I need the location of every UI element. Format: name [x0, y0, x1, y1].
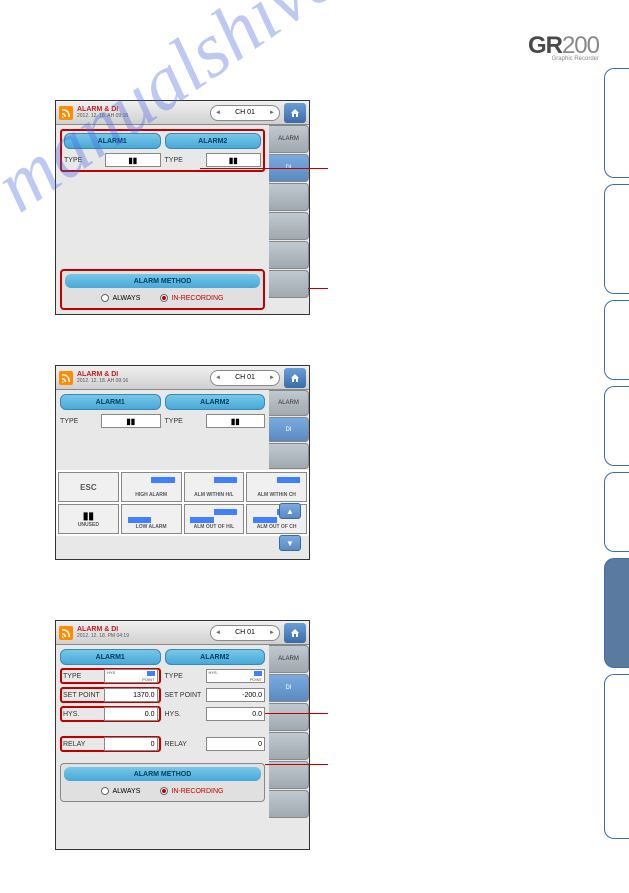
side-tab [604, 300, 629, 380]
alarm1-header: ALARM1 [60, 649, 161, 665]
hys-label: HYS. [165, 711, 203, 718]
channel-selector[interactable]: CH 01 [210, 370, 280, 386]
alarm2-type[interactable]: ▮▮ [206, 414, 266, 428]
popup-esc[interactable]: ESC [58, 472, 119, 502]
setpoint-label: SET POINT [63, 692, 101, 699]
type-label: TYPE [63, 673, 101, 680]
side-tab [604, 184, 629, 294]
popup-alm-out-hl[interactable]: ALM OUT OF H/L [184, 504, 245, 534]
rtab-alarm[interactable]: ALARM [269, 125, 309, 153]
side-tab [604, 674, 629, 839]
alarm-method-panel: ALARM METHOD ALWAYS IN-RECORDING [60, 763, 265, 802]
screen-time: 2012. 12. 18. AH 09:16 [77, 378, 128, 384]
side-tab [604, 558, 629, 668]
screen-title: ALARM & DI [77, 371, 128, 378]
rss-icon [59, 106, 73, 120]
alarm1-header: ALARM1 [60, 394, 161, 410]
screenshot-3: ALARM & DI 2012. 12. 18. PM 04:19 CH 01 … [55, 620, 310, 850]
alarm1-hys[interactable]: 0.0 [104, 707, 158, 721]
rss-icon [59, 371, 73, 385]
screen-time: 2012. 12. 18. AH 09:16 [77, 113, 128, 119]
method-header: ALARM METHOD [65, 274, 260, 288]
rss-icon [59, 626, 73, 640]
alarm1-header: ALARM1 [64, 133, 161, 149]
radio-in-recording[interactable]: IN-RECORDING [160, 294, 223, 302]
alarm2-type[interactable]: HYSPOINT [206, 669, 266, 683]
side-tab [604, 386, 629, 466]
callout-line [265, 713, 328, 714]
rtab-empty[interactable] [269, 270, 309, 298]
home-button[interactable] [284, 103, 306, 123]
alarm1-relay[interactable]: 0 [104, 737, 158, 751]
alarm2-relay[interactable]: 0 [206, 737, 266, 751]
popup-unused[interactable]: ▮▮UNUSED [58, 504, 119, 534]
rtab-di[interactable]: DI [269, 674, 309, 702]
hys-label: HYS. [63, 711, 101, 718]
radio-always[interactable]: ALWAYS [101, 787, 140, 795]
alarm1-type[interactable]: ▮▮ [105, 153, 161, 167]
titlebar: ALARM & DI 2012. 12. 18. AH 09:16 CH 01 [56, 101, 309, 125]
screenshot-2: ALARM & DI 2012. 12. 18. AH 09:16 CH 01 … [55, 365, 310, 560]
arrow-down-button[interactable]: ▼ [279, 535, 301, 551]
type-label: TYPE [60, 418, 98, 425]
popup-high-alarm[interactable]: HIGH ALARM [121, 472, 182, 502]
setpoint-label: SET POINT [165, 692, 203, 699]
method-header: ALARM METHOD [64, 767, 261, 781]
callout-line [265, 764, 328, 765]
popup-low-alarm[interactable]: LOW ALARM [121, 504, 182, 534]
type-label: TYPE [165, 157, 203, 164]
alarm2-header: ALARM2 [165, 133, 262, 149]
rtab-empty[interactable] [269, 443, 309, 469]
alarm2-type[interactable]: ▮▮ [206, 153, 262, 167]
home-button[interactable] [284, 368, 306, 388]
side-tab [604, 68, 629, 178]
callout-line [308, 288, 328, 289]
screenshot-1: ALARM & DI 2012. 12. 18. AH 09:16 CH 01 … [55, 100, 310, 315]
home-button[interactable] [284, 623, 306, 643]
rtab-empty[interactable] [269, 703, 309, 731]
rtab-alarm[interactable]: ALARM [269, 645, 309, 673]
rtab-empty[interactable] [269, 241, 309, 269]
screen-title: ALARM & DI [77, 626, 129, 633]
rtab-di[interactable]: DI [269, 417, 309, 443]
channel-selector[interactable]: CH 01 [210, 105, 280, 121]
screen-time: 2012. 12. 18. PM 04:19 [77, 633, 129, 639]
arrow-up-button[interactable]: ▲ [279, 503, 301, 519]
product-logo: GR200 Graphic Recorder [528, 32, 599, 62]
type-label: TYPE [165, 418, 203, 425]
rtab-empty[interactable] [269, 732, 309, 760]
popup-alm-within-ch[interactable]: ALM WITHIN CH [246, 472, 307, 502]
alarm1-type[interactable]: ▮▮ [101, 414, 161, 428]
titlebar: ALARM & DI 2012. 12. 18. AH 09:16 CH 01 [56, 366, 309, 390]
alarm1-type[interactable]: HYSPOINT [104, 669, 158, 683]
alarm-method-panel: ALARM METHOD ALWAYS IN-RECORDING [60, 269, 265, 310]
titlebar: ALARM & DI 2012. 12. 18. PM 04:19 CH 01 [56, 621, 309, 645]
side-tabs [604, 68, 629, 845]
callout-line [200, 168, 328, 169]
rtab-empty[interactable] [269, 212, 309, 240]
popup-alm-within-hl[interactable]: ALM WITHIN H/L [184, 472, 245, 502]
alarm2-hys[interactable]: 0.0 [206, 707, 266, 721]
alarm2-header: ALARM2 [165, 649, 266, 665]
type-label: TYPE [64, 157, 102, 164]
alarm2-header: ALARM2 [165, 394, 266, 410]
side-tab [604, 472, 629, 552]
alarm1-setpoint[interactable]: 1370.0 [104, 688, 158, 702]
rtab-empty[interactable] [269, 790, 309, 818]
rtab-empty[interactable] [269, 761, 309, 789]
rtab-alarm[interactable]: ALARM [269, 390, 309, 416]
rtab-empty[interactable] [269, 183, 309, 211]
relay-label: RELAY [165, 741, 203, 748]
screen-title: ALARM & DI [77, 106, 128, 113]
radio-always[interactable]: ALWAYS [101, 294, 140, 302]
type-popup: ESC HIGH ALARM ALM WITHIN H/L ALM WITHIN… [56, 470, 309, 536]
type-label: TYPE [165, 673, 203, 680]
channel-selector[interactable]: CH 01 [210, 625, 280, 641]
radio-in-recording[interactable]: IN-RECORDING [160, 787, 223, 795]
alarm2-setpoint[interactable]: -200.0 [206, 688, 266, 702]
relay-label: RELAY [63, 741, 101, 748]
